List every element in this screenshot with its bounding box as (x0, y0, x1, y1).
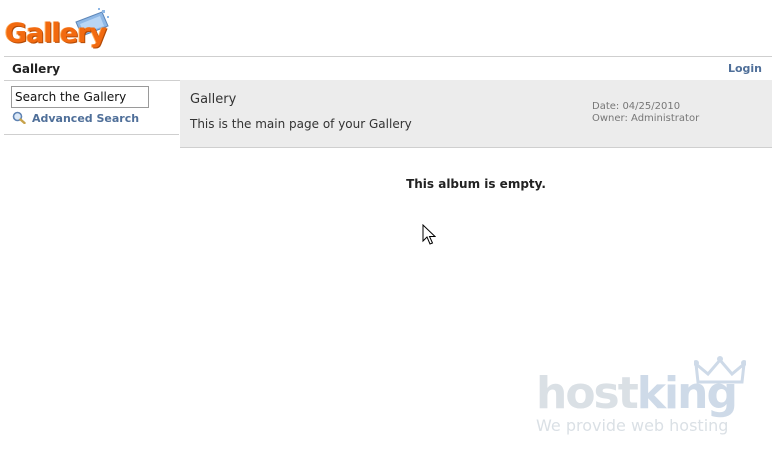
watermark-brand-host: host (536, 368, 639, 419)
album-owner: Owner: Administrator (592, 113, 700, 124)
album-date: Date: 04/25/2010 (592, 101, 681, 112)
magnifier-icon (12, 111, 26, 125)
search-input[interactable] (11, 86, 149, 108)
album-description: This is the main page of your Gallery (190, 117, 412, 131)
album-header: Gallery This is the main page of your Ga… (180, 80, 772, 148)
mouse-pointer-icon (422, 224, 436, 245)
watermark-brand: hostking (536, 372, 738, 416)
sidebar: Advanced Search (4, 80, 179, 135)
empty-album-message: This album is empty. (406, 177, 546, 191)
album-title: Gallery (190, 92, 237, 107)
album-meta: Date: 04/25/2010 Owner: Administrator (592, 101, 699, 125)
hostking-watermark: hostking We provide web hosting (530, 352, 770, 442)
gallery-logo[interactable]: Gallery (4, 8, 114, 56)
breadcrumb-current: Gallery (12, 62, 61, 76)
advanced-search-label: Advanced Search (32, 112, 140, 125)
advanced-search-link[interactable]: Advanced Search (12, 111, 139, 125)
breadcrumb: Gallery Login (4, 56, 772, 81)
watermark-brand-king: king (636, 368, 738, 419)
login-link[interactable]: Login (728, 62, 762, 75)
watermark-tagline: We provide web hosting (536, 416, 729, 435)
logo-text: Gallery (5, 18, 107, 49)
